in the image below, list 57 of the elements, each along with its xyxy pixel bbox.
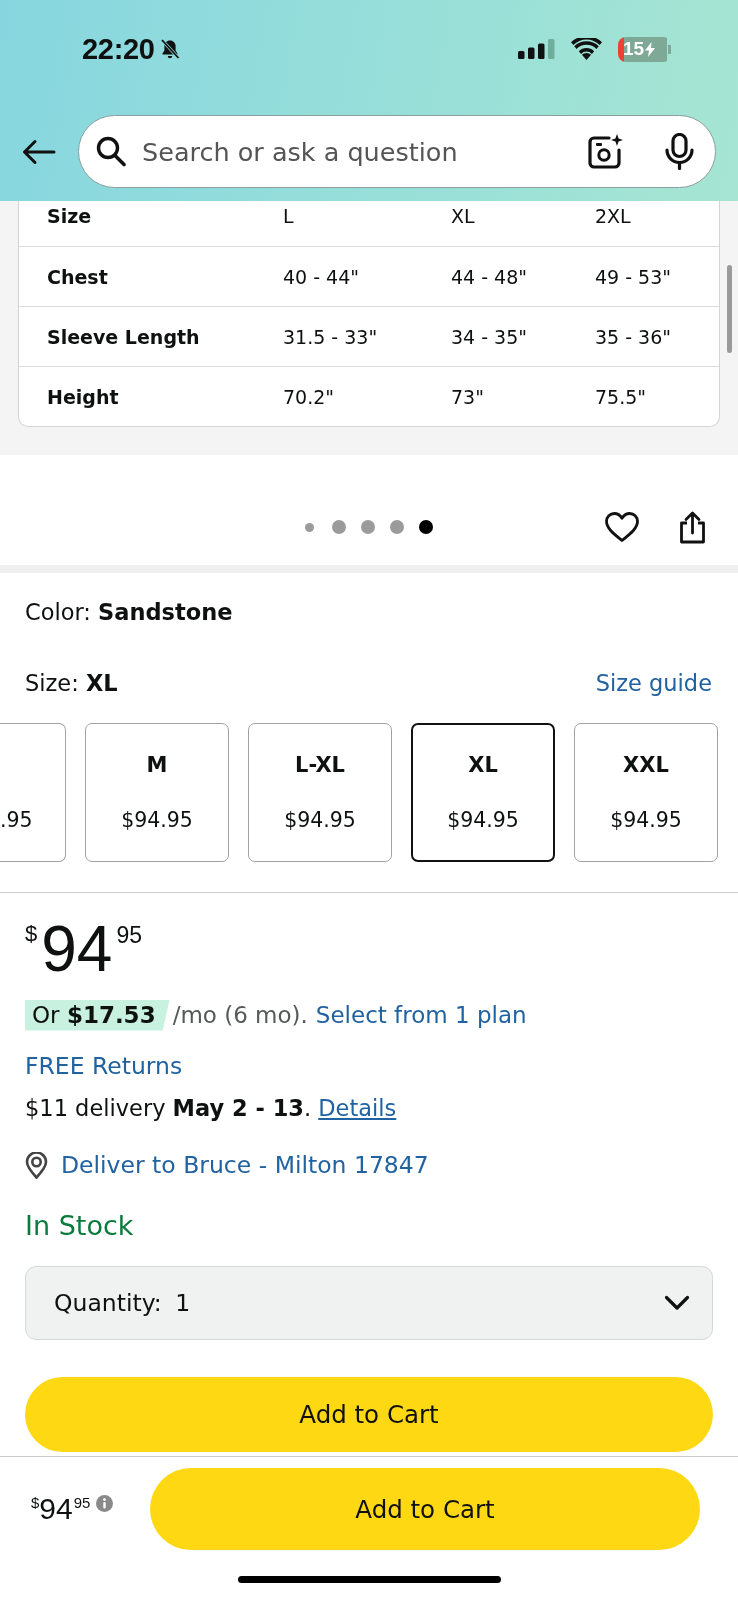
table-cell: 35 - 36": [595, 325, 672, 348]
chevron-down-icon: [664, 1295, 690, 1311]
location-pin-icon: [25, 1151, 48, 1179]
installment-terms: /mo (6 mo).: [172, 1001, 308, 1030]
info-icon[interactable]: [96, 1495, 114, 1512]
table-cell: XL: [451, 205, 475, 227]
free-returns-link[interactable]: FREE Returns: [25, 1050, 183, 1082]
battery-percentage: 15: [622, 38, 645, 60]
stock-status: In Stock: [25, 1209, 134, 1243]
row-label: Sleeve Length: [47, 325, 200, 348]
deliver-to-link[interactable]: Deliver to Bruce - Milton 17847: [61, 1149, 429, 1181]
color-label: Color: Sandstone: [24, 598, 233, 626]
lightning-bolt-icon: [645, 41, 656, 57]
size-label: Size: XL: [24, 669, 118, 697]
page-dot[interactable]: [305, 522, 314, 532]
add-to-cart-button[interactable]: Add to Cart: [150, 1468, 700, 1550]
size-option[interactable]: XXL $94.95: [574, 723, 718, 862]
camera-sparkle-icon[interactable]: [587, 133, 623, 170]
table-cell: L: [283, 205, 294, 227]
signal-icon: [518, 39, 555, 59]
installment-amount: Or $17.53: [25, 999, 170, 1031]
page-dot[interactable]: [390, 520, 404, 534]
size-option[interactable]: XL $94.95: [411, 723, 555, 862]
table-cell: 70.2": [283, 385, 335, 408]
share-icon[interactable]: [679, 510, 706, 544]
page-dot[interactable]: [361, 520, 375, 534]
table-cell: 49 - 53": [595, 265, 672, 288]
page-dot[interactable]: [419, 520, 433, 534]
table-cell: 31.5 - 33": [283, 325, 378, 348]
row-label: Size: [47, 205, 92, 227]
page-dot[interactable]: [332, 520, 346, 534]
heart-icon[interactable]: [605, 512, 639, 542]
delivery-info: $11 delivery May 2 - 13. Details: [25, 1094, 397, 1123]
row-label: Height: [47, 385, 119, 408]
table-cell: 75.5": [595, 385, 647, 408]
plan-link[interactable]: Select from 1 plan: [315, 999, 527, 1031]
size-option[interactable]: L-XL $94.95: [248, 723, 392, 862]
search-field[interactable]: Search or ask a question: [142, 133, 575, 170]
search-icon: [96, 136, 126, 167]
status-time: 22:20: [82, 32, 155, 66]
table-cell: 44 - 48": [451, 265, 528, 288]
table-cell: 40 - 44": [283, 265, 360, 288]
add-to-cart-button[interactable]: Add to Cart: [25, 1377, 713, 1452]
bell-slash-icon: [158, 38, 181, 60]
size-option[interactable]: M $94.95: [85, 723, 229, 862]
microphone-icon[interactable]: [665, 133, 694, 170]
back-icon[interactable]: [22, 138, 56, 165]
size-guide-link[interactable]: Size guide: [595, 669, 712, 697]
wifi-icon: [571, 38, 602, 60]
size-option[interactable]: .95: [0, 723, 66, 862]
search-bar[interactable]: Search or ask a question: [78, 115, 716, 188]
table-cell: 73": [451, 385, 484, 408]
table-cell: 2XL: [595, 205, 631, 227]
table-cell: 34 - 35": [451, 325, 528, 348]
quantity-dropdown[interactable]: Quantity: 1: [25, 1266, 713, 1340]
row-label: Chest: [47, 265, 108, 288]
details-link[interactable]: Details: [318, 1095, 397, 1121]
